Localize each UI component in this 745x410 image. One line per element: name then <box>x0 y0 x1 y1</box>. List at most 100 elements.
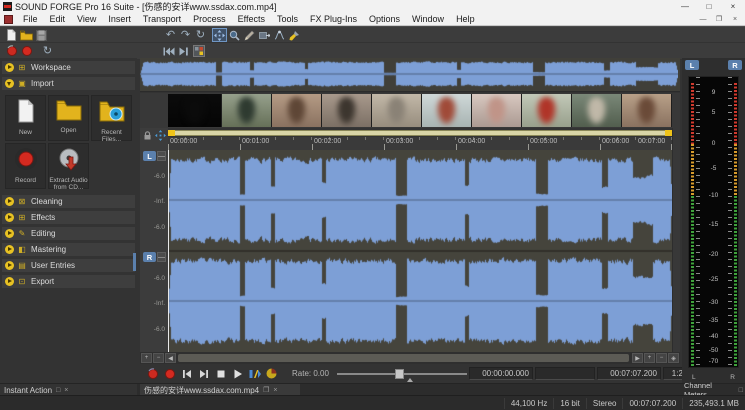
loop-region-bar[interactable] <box>168 130 672 136</box>
record-icon[interactable] <box>19 44 34 58</box>
position-time-field[interactable]: 00:00:00.000 <box>469 367 533 380</box>
sidebar-section-export[interactable]: ⊡Export <box>2 275 135 288</box>
close-document-icon[interactable]: × <box>273 387 277 394</box>
restore-document-icon[interactable]: ❐ <box>263 386 269 394</box>
float-window-icon[interactable]: □ <box>56 387 60 394</box>
expand-arrow-icon[interactable] <box>5 213 14 222</box>
video-frame-thumbnail[interactable] <box>422 94 472 127</box>
vertical-scrollbar[interactable] <box>672 128 680 352</box>
mdi-minimize-button[interactable]: — <box>695 14 711 25</box>
loop-playback-button[interactable] <box>263 367 280 381</box>
record-button[interactable] <box>161 367 178 381</box>
pencil-tool-icon[interactable] <box>242 28 257 42</box>
menu-item-insert[interactable]: Insert <box>102 14 137 24</box>
tile-recent-files-[interactable]: Recent Files... <box>91 95 132 141</box>
envelope-tool-icon[interactable] <box>272 28 287 42</box>
zoom-out-time-button[interactable]: − <box>153 353 164 363</box>
sidebar-section-mastering[interactable]: ◧Mastering <box>2 243 135 256</box>
menu-item-help[interactable]: Help <box>450 14 481 24</box>
time-ruler[interactable]: 00:00:0000:01:0000:02:0000:03:0000:04:00… <box>168 137 672 150</box>
snapshot-icon[interactable] <box>191 44 206 58</box>
expand-arrow-icon[interactable] <box>5 63 14 72</box>
expand-arrow-icon[interactable] <box>5 261 14 270</box>
snap-tool-icon[interactable] <box>155 130 166 141</box>
scroll-left-button[interactable]: ◀ <box>165 353 176 363</box>
mdi-restore-button[interactable]: ❐ <box>711 14 727 25</box>
close-tab-icon[interactable]: × <box>64 387 68 394</box>
waveform-overview[interactable] <box>140 58 680 92</box>
meter-left-channel-button[interactable]: L <box>685 60 699 70</box>
tile-new[interactable]: New <box>5 95 46 141</box>
edit-tool-icon[interactable] <box>212 28 227 42</box>
menu-item-effects[interactable]: Effects <box>232 14 271 24</box>
menu-item-tools[interactable]: Tools <box>271 14 304 24</box>
repeat-icon[interactable]: ↻ <box>193 28 208 42</box>
channel-r-button[interactable]: R <box>143 252 156 262</box>
sidebar-section-effects[interactable]: ⊞Effects <box>2 211 135 224</box>
collapse-arrow-icon[interactable] <box>5 79 14 88</box>
play-button[interactable] <box>229 367 246 381</box>
pin-panel-icon[interactable]: □ <box>739 387 743 394</box>
save-file-icon[interactable] <box>34 28 49 42</box>
go-to-start-icon[interactable] <box>161 44 176 58</box>
loop-region-start-handle[interactable] <box>168 130 175 136</box>
video-frame-thumbnail[interactable] <box>522 94 572 127</box>
record-remote-button[interactable] <box>144 367 161 381</box>
sidebar-section-editing[interactable]: ✎Editing <box>2 227 135 240</box>
video-frame-thumbnail[interactable] <box>622 94 672 127</box>
menu-item-options[interactable]: Options <box>363 14 406 24</box>
selection-time-field[interactable] <box>535 367 595 380</box>
close-button[interactable]: × <box>721 0 745 13</box>
loop-region-end-handle[interactable] <box>665 130 672 136</box>
sidebar-section-user-entries[interactable]: ▤User Entries <box>2 259 135 272</box>
scrollbar-thumb[interactable] <box>178 354 629 362</box>
expand-arrow-icon[interactable] <box>5 245 14 254</box>
sidebar-scrollbar[interactable] <box>133 253 136 271</box>
go-to-start-button[interactable] <box>178 367 195 381</box>
play-plugin-chain-button[interactable] <box>246 367 263 381</box>
menu-item-fx-plug-ins[interactable]: FX Plug-Ins <box>304 14 363 24</box>
expand-arrow-icon[interactable] <box>5 277 14 286</box>
expand-arrow-icon[interactable] <box>5 229 14 238</box>
rate-slider-thumb[interactable] <box>395 369 404 379</box>
video-frame-thumbnail[interactable] <box>372 94 422 127</box>
menu-item-transport[interactable]: Transport <box>137 14 187 24</box>
zoom-out-button[interactable]: − <box>656 353 667 363</box>
sidebar-section-workspace[interactable]: ⊞Workspace <box>2 61 135 74</box>
menu-item-edit[interactable]: Edit <box>44 14 72 24</box>
video-frame-thumbnail[interactable] <box>168 94 222 127</box>
zoom-in-button[interactable]: + <box>644 353 655 363</box>
magnify-tool-icon[interactable] <box>227 28 242 42</box>
tile-open[interactable]: Open <box>48 95 89 141</box>
undo-icon[interactable]: ↶ <box>163 28 178 42</box>
expand-arrow-icon[interactable] <box>5 197 14 206</box>
open-file-icon[interactable] <box>19 28 34 42</box>
tile-record[interactable]: Record <box>5 143 46 189</box>
meter-right-channel-button[interactable]: R <box>728 60 742 70</box>
channel-r-minimize-button[interactable]: — <box>157 252 166 262</box>
go-to-end-button[interactable] <box>195 367 212 381</box>
video-frame-thumbnail[interactable] <box>472 94 522 127</box>
menu-item-file[interactable]: File <box>17 14 44 24</box>
waveform-canvas[interactable] <box>168 150 672 352</box>
record-remote-icon[interactable] <box>4 44 19 58</box>
lock-icon[interactable] <box>143 131 152 140</box>
sidebar-section-cleaning[interactable]: ⊠Cleaning <box>2 195 135 208</box>
rate-slider[interactable] <box>337 367 467 381</box>
length-time-field[interactable]: 00:07:07.200 <box>597 367 661 380</box>
redo-icon[interactable]: ↷ <box>178 28 193 42</box>
sidebar-section-import[interactable]: ▣Import <box>2 77 135 90</box>
video-frame-thumbnail[interactable] <box>272 94 322 127</box>
maximize-button[interactable]: □ <box>697 0 721 13</box>
channel-l-minimize-button[interactable]: — <box>157 151 166 161</box>
loop-playback-icon[interactable]: ↻ <box>40 44 55 58</box>
scroll-right-button[interactable]: ▶ <box>632 353 643 363</box>
video-frame-thumbnail[interactable] <box>222 94 272 127</box>
paint-brush-tool-icon[interactable] <box>287 28 302 42</box>
channel-l-button[interactable]: L <box>143 151 156 161</box>
event-tool-icon[interactable] <box>257 28 272 42</box>
video-frame-thumbnail[interactable] <box>572 94 622 127</box>
overview-waveform-canvas[interactable] <box>140 58 678 90</box>
waveform-editor[interactable] <box>168 150 672 352</box>
go-to-end-icon[interactable] <box>176 44 191 58</box>
